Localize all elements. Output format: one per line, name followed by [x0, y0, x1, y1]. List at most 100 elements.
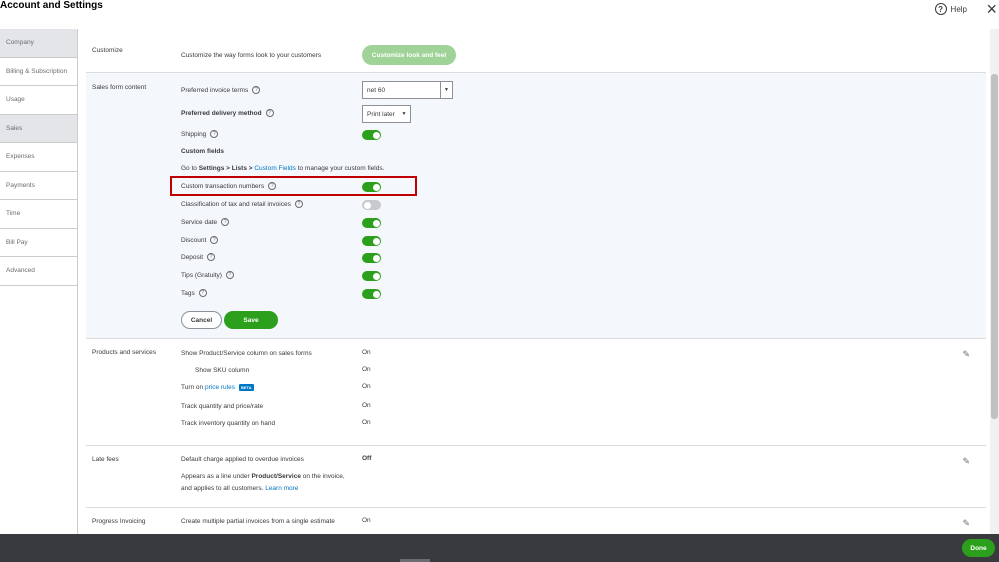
products-row: Track quantity and price/rate — [181, 403, 263, 410]
tags-row: Tags ? — [181, 289, 207, 297]
products-row: Track inventory quantity on hand — [181, 420, 275, 427]
products-row: Show SKU column — [195, 367, 249, 374]
shipping-toggle[interactable] — [362, 130, 381, 140]
late-fees-row-label: Default charge applied to overdue invoic… — [181, 456, 304, 463]
info-icon[interactable]: ? — [252, 86, 261, 94]
late-fees-desc-row2: and applies to all customers. Learn more — [181, 485, 298, 492]
delivery-select[interactable]: Print later ▼ — [362, 105, 411, 123]
settings-sidebar: Company Billing & Subscription Usage Sal… — [0, 29, 78, 534]
progress-row-label: Create multiple partial invoices from a … — [181, 518, 335, 525]
progress-section: Progress Invoicing Create multiple parti… — [86, 508, 986, 534]
settings-content: Customize Customize the way forms look t… — [78, 29, 989, 534]
delivery-row: Preferred delivery method ? — [181, 109, 274, 117]
progress-label: Progress Invoicing — [92, 518, 146, 525]
info-icon[interactable]: ? — [221, 218, 230, 226]
customize-description: Customize the way forms look to your cus… — [181, 52, 322, 59]
save-button[interactable]: Save — [224, 311, 278, 329]
beta-badge: BETA — [238, 384, 254, 391]
custom-fields-text: Go to — [181, 165, 199, 172]
scrollbar[interactable] — [990, 29, 999, 534]
sidebar-item-label: Advanced — [6, 267, 35, 275]
shipping-label: Shipping — [181, 130, 207, 138]
customize-look-button[interactable]: Customize look and feel — [362, 45, 456, 65]
products-row-value: On — [362, 383, 371, 390]
classification-toggle[interactable] — [362, 200, 381, 210]
edit-pencil-icon[interactable]: ✎ — [962, 518, 970, 529]
edit-pencil-icon[interactable]: ✎ — [962, 349, 970, 360]
highlight-box — [170, 176, 417, 196]
done-button[interactable]: Done — [962, 539, 995, 557]
products-row-value: On — [362, 402, 371, 409]
scrollbar-thumb[interactable] — [991, 74, 998, 419]
info-icon[interactable]: ? — [265, 109, 274, 117]
products-row: Show Product/Service column on sales for… — [181, 350, 312, 357]
late-fees-desc-bold: Product/Service — [251, 473, 301, 480]
cancel-button[interactable]: Cancel — [181, 311, 222, 329]
tips-row: Tips (Gratuity) ? — [181, 271, 234, 279]
sidebar-item-billing[interactable]: Billing & Subscription — [0, 58, 77, 86]
products-row-value: On — [362, 366, 371, 373]
sidebar-item-expenses[interactable]: Expenses — [0, 143, 77, 172]
info-icon[interactable]: ? — [198, 289, 207, 297]
bottom-bar — [0, 534, 999, 562]
info-icon[interactable]: ? — [225, 271, 234, 279]
help-link[interactable]: ? Help — [934, 3, 967, 15]
custom-fields-link[interactable]: Custom Fields — [254, 165, 296, 172]
products-row-label: Track quantity and price/rate — [181, 403, 264, 410]
sidebar-item-time[interactable]: Time — [0, 200, 77, 229]
sidebar-item-label: Billing & Subscription — [6, 67, 68, 75]
sidebar-item-label: Payments — [6, 181, 35, 189]
late-fees-row: Default charge applied to overdue invoic… — [181, 456, 304, 463]
progress-value: On — [362, 517, 371, 524]
discount-row: Discount ? — [181, 236, 219, 244]
sidebar-item-label: Company — [6, 39, 34, 47]
products-row-label: Show Product/Service column on sales for… — [181, 350, 312, 357]
chevron-down-icon: ▼ — [440, 82, 452, 98]
shipping-row: Shipping ? — [181, 130, 219, 138]
close-icon[interactable]: × — [986, 0, 997, 18]
info-icon[interactable]: ? — [210, 130, 219, 138]
products-row-value: On — [362, 349, 371, 356]
edit-pencil-icon[interactable]: ✎ — [962, 456, 970, 467]
products-row-value: On — [362, 419, 371, 426]
deposit-row: Deposit ? — [181, 253, 216, 261]
sidebar-item-payments[interactable]: Payments — [0, 172, 77, 200]
tips-label: Tips (Gratuity) — [181, 271, 222, 279]
sidebar-item-usage[interactable]: Usage — [0, 86, 77, 115]
tags-toggle[interactable] — [362, 289, 381, 299]
preferred-terms-select[interactable]: net 60 ▼ — [362, 81, 453, 99]
tags-label: Tags — [181, 289, 195, 297]
chevron-down-icon: ▼ — [401, 111, 407, 117]
sidebar-item-sales[interactable]: Sales — [0, 114, 77, 143]
deposit-toggle[interactable] — [362, 253, 381, 263]
progress-row: Create multiple partial invoices from a … — [181, 518, 335, 525]
sidebar-item-bill-pay[interactable]: Bill Pay — [0, 229, 77, 257]
customize-description-row: Customize the way forms look to your cus… — [181, 52, 321, 59]
learn-more-link[interactable]: Learn more — [265, 485, 298, 492]
info-icon[interactable]: ? — [294, 200, 303, 208]
sidebar-item-company[interactable]: Company — [0, 29, 77, 58]
service-date-row: Service date ? — [181, 218, 230, 226]
discount-label: Discount — [181, 236, 207, 244]
tips-toggle[interactable] — [362, 271, 381, 281]
help-icon: ? — [934, 3, 947, 15]
products-row: Turn on price rules BETA — [181, 384, 254, 391]
late-fees-section: Late fees Default charge applied to over… — [86, 446, 986, 508]
sidebar-item-advanced[interactable]: Advanced — [0, 257, 77, 286]
info-icon[interactable]: ? — [210, 236, 219, 244]
sales-form-section: Sales form content Preferred invoice ter… — [86, 73, 986, 339]
late-fees-desc-suffix: on the invoice, — [300, 473, 345, 480]
info-icon[interactable]: ? — [207, 253, 216, 261]
sidebar-item-label: Bill Pay — [6, 238, 28, 246]
late-fees-desc: Appears as a line under — [181, 473, 252, 480]
discount-toggle[interactable] — [362, 236, 381, 246]
late-fees-label: Late fees — [92, 456, 119, 463]
sidebar-item-label: Sales — [6, 124, 23, 132]
late-fees-desc-line2: and applies to all customers. — [181, 485, 266, 492]
products-section: Products and services Show Product/Servi… — [86, 339, 986, 446]
products-row-label: Track inventory quantity on hand — [181, 420, 276, 427]
customize-label: Customize — [92, 47, 123, 54]
price-rules-link[interactable]: price rules — [205, 384, 235, 391]
sales-form-label: Sales form content — [92, 84, 147, 91]
service-date-toggle[interactable] — [362, 218, 381, 228]
